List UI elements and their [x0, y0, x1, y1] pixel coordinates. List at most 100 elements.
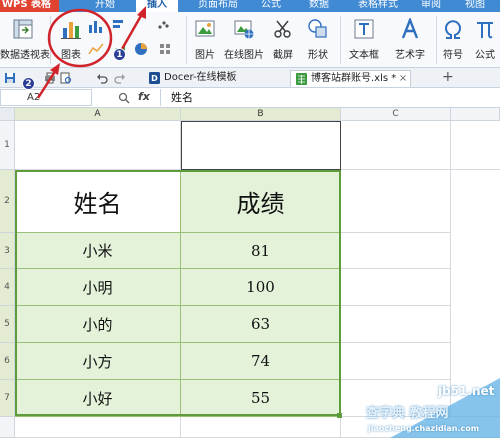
row-header-4[interactable]: 4	[0, 269, 15, 306]
text-box-button[interactable]: 文本框	[342, 12, 386, 68]
row-header-6[interactable]: 6	[0, 343, 15, 380]
pi-icon	[477, 22, 493, 39]
print-preview-icon[interactable]	[60, 72, 72, 84]
pie-chart-small-icon[interactable]	[134, 42, 148, 56]
cell-score-row-5[interactable]: 63	[181, 306, 341, 343]
cell-c2[interactable]	[341, 170, 451, 233]
cell-a8[interactable]	[15, 417, 181, 438]
cell-name-row-5[interactable]: 小的	[15, 306, 181, 343]
function-fx-icon[interactable]: fx	[138, 90, 150, 103]
cell-c6[interactable]	[341, 343, 451, 380]
step-1-badge: 1	[113, 48, 126, 61]
column-header-a[interactable]: A	[15, 108, 181, 121]
app-title[interactable]: WPS 表格	[0, 0, 60, 12]
picture-button[interactable]: 图片	[190, 12, 220, 68]
shapes-label: 形状	[308, 50, 328, 61]
online-picture-button[interactable]: 在线图片	[222, 12, 266, 68]
scatter-chart-small-icon[interactable]	[156, 18, 170, 32]
tab-insert[interactable]: 插入	[136, 0, 178, 12]
line-chart-small-icon[interactable]	[88, 42, 104, 56]
formula-bar: A2 fx 姓名	[0, 88, 500, 108]
select-all-corner[interactable]	[0, 108, 15, 121]
row-header-3[interactable]: 3	[0, 233, 15, 269]
cell-c1[interactable]	[341, 121, 451, 170]
save-icon[interactable]	[4, 72, 16, 84]
cell-name-row-7[interactable]: 小好	[15, 380, 181, 417]
cell-score-row-4[interactable]: 100	[181, 269, 341, 306]
other-chart-small-icon[interactable]	[158, 42, 172, 56]
redo-icon[interactable]	[114, 72, 126, 84]
column-header-b[interactable]: B	[181, 108, 341, 121]
column-header-c[interactable]: C	[341, 108, 451, 121]
symbol-label: 符号	[443, 50, 463, 61]
fill-handle[interactable]	[337, 413, 342, 418]
doc-tab-workbook[interactable]: 博客站群账号.xls * ×	[290, 70, 412, 87]
docer-icon: D	[149, 72, 160, 84]
pivot-table-button[interactable]: 数据透视表	[0, 12, 50, 68]
cell-a2-header[interactable]: 姓名	[15, 170, 181, 233]
online-picture-label: 在线图片	[224, 50, 264, 61]
cell-score-row-3[interactable]: 81	[181, 233, 341, 269]
cell-c3[interactable]	[341, 233, 451, 269]
omega-icon	[445, 20, 461, 39]
tab-view[interactable]: 视图	[458, 0, 492, 12]
ribbon-tab-bar: WPS 表格 开始 插入 页面布局 公式 数据 表格样式 审阅 视图	[0, 0, 500, 12]
cell-c4[interactable]	[341, 269, 451, 306]
pivot-table-icon	[13, 19, 33, 39]
cell-b1[interactable]	[181, 121, 341, 170]
row-header-2[interactable]: 2	[0, 170, 15, 233]
close-tab-icon[interactable]: ×	[399, 71, 407, 87]
print-icon[interactable]	[44, 72, 56, 84]
cell-score-row-7[interactable]: 55	[181, 380, 341, 417]
doc-tab-docer-label: Docer-在线模板	[164, 72, 237, 83]
column-chart-small-icon[interactable]	[88, 20, 106, 34]
new-tab-plus-icon[interactable]: +	[442, 69, 454, 85]
cell-b8[interactable]	[181, 417, 341, 438]
cell-d-column[interactable]	[451, 170, 500, 417]
cell-a1[interactable]	[15, 121, 181, 170]
ribbon-divider	[186, 16, 187, 64]
tab-page-layout[interactable]: 页面布局	[190, 0, 246, 12]
cell-c8[interactable]	[341, 417, 500, 438]
name-box[interactable]: A2	[0, 89, 92, 106]
word-art-label: 艺术字	[395, 50, 425, 61]
ribbon-divider	[340, 16, 341, 64]
equation-button[interactable]: 公式	[470, 12, 500, 68]
row-header-5[interactable]: 5	[0, 306, 15, 343]
shapes-icon	[308, 19, 327, 38]
cell-name-row-3[interactable]: 小米	[15, 233, 181, 269]
ribbon-divider	[50, 16, 51, 64]
cell-d1[interactable]	[451, 121, 500, 170]
tab-data[interactable]: 数据	[300, 0, 338, 12]
screenshot-button[interactable]: 截屏	[266, 12, 300, 68]
tab-table-style[interactable]: 表格样式	[350, 0, 406, 12]
cell-c7[interactable]	[341, 380, 451, 417]
cell-name-row-4[interactable]: 小明	[15, 269, 181, 306]
column-header-next[interactable]	[451, 108, 500, 121]
svg-text:D: D	[151, 74, 158, 83]
formula-input[interactable]: 姓名	[160, 89, 500, 106]
tab-review[interactable]: 审阅	[414, 0, 448, 12]
bar-chart-small-icon[interactable]	[112, 18, 126, 32]
zoom-icon[interactable]	[118, 92, 130, 104]
ribbon-insert-panel: 数据透视表 图表 图片 在线图片 截屏 形状 文本框 艺术字 符号 公式	[0, 12, 500, 68]
undo-icon[interactable]	[96, 72, 108, 84]
chart-button[interactable]: 图表	[54, 12, 88, 68]
quick-access-toolbar: D Docer-在线模板 博客站群账号.xls * × +	[0, 68, 500, 88]
word-art-button[interactable]: 艺术字	[388, 12, 432, 68]
symbol-button[interactable]: 符号	[438, 12, 468, 68]
picture-label: 图片	[195, 50, 215, 61]
cell-c5[interactable]	[341, 306, 451, 343]
row-header-1[interactable]: 1	[0, 121, 15, 170]
text-box-icon	[354, 19, 374, 39]
row-header-next[interactable]	[0, 417, 15, 438]
cell-score-row-6[interactable]: 74	[181, 343, 341, 380]
doc-tab-docer[interactable]: D Docer-在线模板	[144, 70, 237, 87]
tab-formulas[interactable]: 公式	[252, 0, 290, 12]
row-header-7[interactable]: 7	[0, 380, 15, 417]
cell-name-row-6[interactable]: 小方	[15, 343, 181, 380]
tab-home[interactable]: 开始	[84, 0, 126, 12]
text-box-label: 文本框	[349, 50, 379, 61]
shapes-button[interactable]: 形状	[300, 12, 336, 68]
cell-b2-header[interactable]: 成绩	[181, 170, 341, 233]
